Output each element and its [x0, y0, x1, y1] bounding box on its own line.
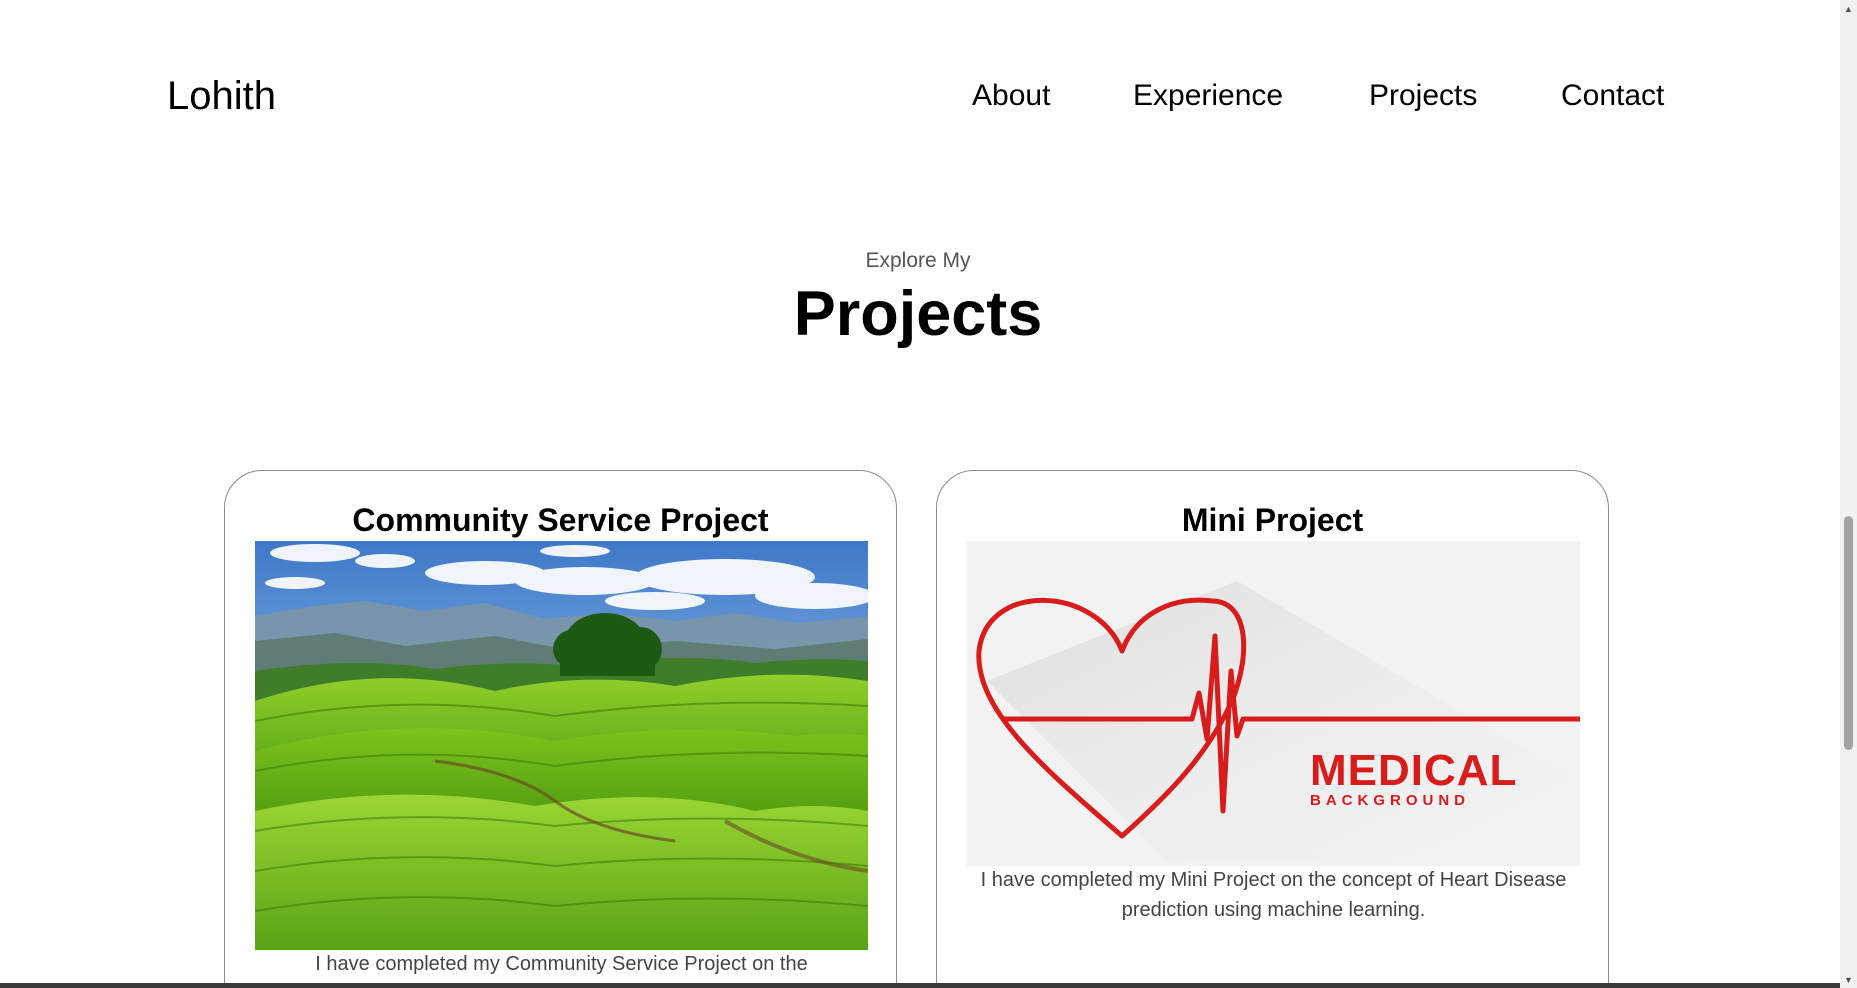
nav-link-about[interactable]: About [972, 78, 1050, 114]
medical-text: MEDICAL [1310, 746, 1518, 795]
section-title: Projects [793, 279, 1043, 349]
project-card-mini-project: Mini Project MEDICAL BACKGROUND I have c… [936, 470, 1609, 988]
project-image-medical: MEDICAL BACKGROUND [967, 541, 1580, 866]
page: Lohith About Experience Projects Contact… [0, 0, 1857, 988]
project-description: I have completed my Community Service Pr… [315, 953, 808, 975]
project-title: Community Service Project [352, 502, 769, 538]
project-card-community-service: Community Service Project I have complet… [224, 470, 897, 988]
top-nav: Lohith About Experience Projects Contact [0, 0, 1840, 195]
medical-subtext: BACKGROUND [1310, 792, 1470, 809]
project-description: I have completed my Mini Project on the … [980, 869, 1567, 921]
triangle-down-icon[interactable]: ▼ [1840, 971, 1857, 988]
site-logo[interactable]: Lohith [167, 72, 276, 120]
bottom-edge-bar [0, 983, 1840, 988]
vertical-scrollbar[interactable]: ▲ ▼ [1840, 0, 1857, 988]
nav-link-contact[interactable]: Contact [1561, 78, 1664, 114]
project-title: Mini Project [1181, 502, 1364, 538]
nav-link-experience[interactable]: Experience [1133, 78, 1283, 114]
scroll-thumb[interactable] [1844, 516, 1853, 750]
triangle-up-icon[interactable]: ▲ [1840, 0, 1857, 17]
project-image-landscape [255, 541, 868, 950]
nav-link-projects[interactable]: Projects [1369, 78, 1477, 114]
section-subtitle: Explore My [865, 249, 971, 272]
